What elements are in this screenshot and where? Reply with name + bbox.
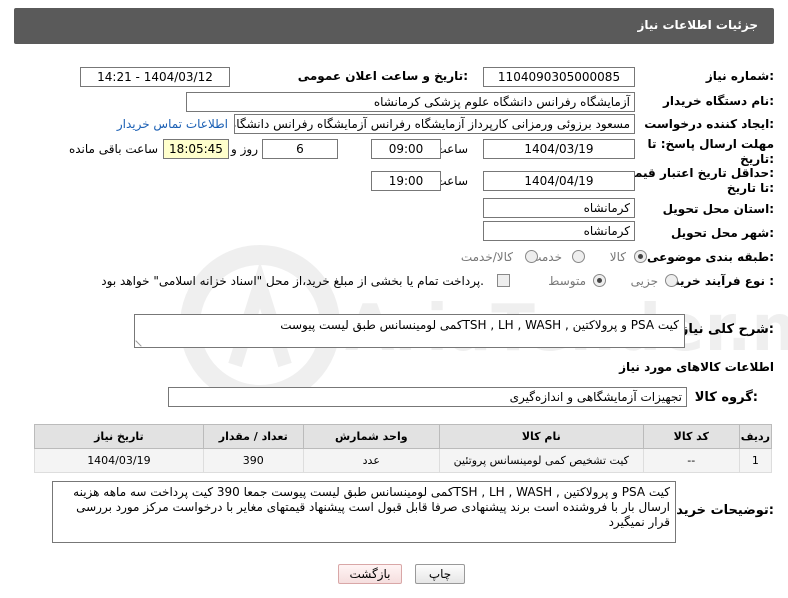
process-radio-medium[interactable] bbox=[593, 274, 606, 287]
description-field: کیت PSA و پرولاکتین , TSH , LH , WASHکمی… bbox=[134, 314, 685, 348]
creator-label: ایجاد کننده درخواست: bbox=[644, 117, 774, 131]
announce-label: تاریخ و ساعت اعلان عمومی: bbox=[297, 69, 468, 83]
province-label: استان محل تحویل: bbox=[662, 202, 774, 216]
col-quantity: تعداد / مقدار bbox=[202, 424, 304, 449]
category-radio-both[interactable] bbox=[525, 250, 538, 263]
validity-label: حداقل تاریخ اعتبار قیمت: bbox=[622, 166, 774, 180]
category-radio-goods[interactable] bbox=[634, 250, 647, 263]
goods-group-field: تجهیزات آزمایشگاهی و اندازه‌گیری bbox=[168, 387, 687, 407]
header-bar: جزئیات اطلاعات نیاز bbox=[14, 8, 774, 44]
back-button[interactable]: بازگشت bbox=[338, 564, 402, 584]
province-field: کرمانشاه bbox=[483, 198, 635, 218]
category-option-goods: کالا bbox=[609, 250, 626, 264]
process-option-minor: جزیی bbox=[630, 274, 658, 288]
goods-section-title: اطلاعات کالاهای مورد نیاز bbox=[619, 360, 774, 374]
deadline-label: مهلت ارسال پاسخ: تا bbox=[647, 137, 775, 151]
treasury-payment-checkbox[interactable] bbox=[497, 274, 510, 287]
buyer-notes-field: کیت PSA و پرولاکتین , TSH , LH , WASHکمی… bbox=[52, 481, 676, 543]
col-date: تاریخ نیاز bbox=[34, 424, 204, 449]
deadline-time-field: 09:00 bbox=[371, 139, 441, 159]
goods-table-header: ردیف کد کالا نام کالا واحد شمارش تعداد /… bbox=[34, 424, 773, 449]
deadline-date-label: تاریخ: bbox=[740, 152, 774, 166]
buyer-org-field: آزمایشگاه رفرانس دانشگاه علوم پزشکی کرما… bbox=[186, 92, 635, 112]
page-title: جزئیات اطلاعات نیاز bbox=[637, 18, 758, 32]
col-row: ردیف bbox=[738, 424, 773, 449]
remaining-time-label: ساعت باقی مانده bbox=[68, 142, 158, 156]
cell-row: 1 bbox=[738, 448, 773, 473]
col-name: نام کالا bbox=[438, 424, 644, 449]
description-label: شرح کلی نیاز: bbox=[680, 322, 774, 337]
cell-unit: عدد bbox=[302, 448, 440, 473]
col-code: کد کالا bbox=[642, 424, 740, 449]
buyer-org-label: نام دستگاه خریدار: bbox=[663, 94, 774, 108]
cell-quantity: 390 bbox=[202, 448, 304, 473]
treasury-payment-note: پرداخت تمام یا بخشی از مبلغ خرید،از محل … bbox=[101, 274, 484, 288]
cell-name: کیت تشخیص کمی لومینسانس پروتئین bbox=[438, 448, 644, 473]
days-label: روز و bbox=[231, 142, 258, 156]
buyer-notes-label: توضیحات خریدار: bbox=[664, 503, 774, 518]
process-label: نوع فرآیند خرید : bbox=[673, 274, 774, 288]
need-number-label: شماره نیاز: bbox=[705, 69, 774, 83]
validity-time-field: 19:00 bbox=[371, 171, 441, 191]
city-field: کرمانشاه bbox=[483, 221, 635, 241]
col-unit: واحد شمارش bbox=[302, 424, 440, 449]
table-row: 1 -- کیت تشخیص کمی لومینسانس پروتئین عدد… bbox=[34, 448, 773, 473]
resize-grip-icon[interactable] bbox=[135, 335, 147, 347]
category-label: طبقه بندی موضوعی: bbox=[646, 250, 774, 264]
contact-buyer-link[interactable]: اطلاعات تماس خریدار bbox=[117, 117, 228, 131]
goods-group-label: گروه کالا: bbox=[694, 390, 758, 405]
days-field: 6 bbox=[262, 139, 338, 159]
validity-date-field: 1404/04/19 bbox=[483, 171, 635, 191]
cell-date: 1404/03/19 bbox=[34, 448, 204, 473]
category-option-both: کالا/خدمت bbox=[460, 250, 513, 264]
cell-code: -- bbox=[642, 448, 740, 473]
print-button[interactable]: چاپ bbox=[415, 564, 465, 584]
city-label: شهر محل تحویل: bbox=[670, 226, 774, 240]
goods-table: ردیف کد کالا نام کالا واحد شمارش تعداد /… bbox=[34, 424, 773, 473]
announce-field: 1404/03/12 - 14:21 bbox=[80, 67, 230, 87]
deadline-date-field: 1404/03/19 bbox=[483, 139, 635, 159]
remaining-time-field: 18:05:45 bbox=[163, 139, 229, 159]
creator-field: مسعود برزوئی ورمزانی کارپرداز آزمایشگاه … bbox=[234, 114, 635, 134]
buyer-notes-text: کیت PSA و پرولاکتین , TSH , LH , WASHکمی… bbox=[73, 485, 670, 529]
description-text: کیت PSA و پرولاکتین , TSH , LH , WASHکمی… bbox=[280, 318, 679, 332]
need-number-field: 1104090305000085 bbox=[483, 67, 635, 87]
validity-date-label: تا تاریخ: bbox=[726, 181, 774, 195]
category-radio-service[interactable] bbox=[572, 250, 585, 263]
process-option-medium: متوسط bbox=[548, 274, 586, 288]
process-radio-minor[interactable] bbox=[665, 274, 678, 287]
